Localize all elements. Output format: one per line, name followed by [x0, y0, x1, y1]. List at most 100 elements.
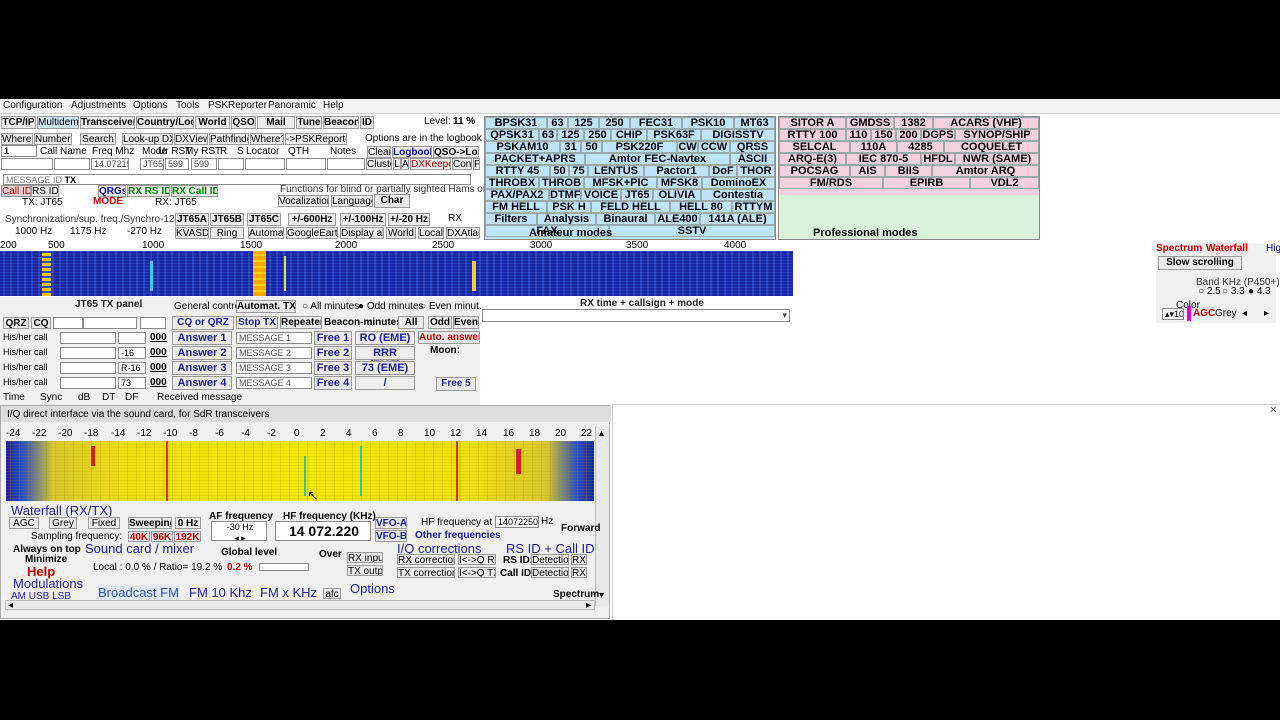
vocalization-button[interactable]: Vocalization — [278, 195, 329, 207]
free-button[interactable]: Free 2 — [314, 346, 352, 360]
iq-agc-button[interactable]: AGC — [9, 517, 39, 529]
l-button[interactable]: L — [393, 158, 401, 170]
mode-button[interactable]: QRSS — [730, 141, 775, 153]
mode-button[interactable]: FM HELL — [485, 201, 547, 213]
tab-multidem[interactable]: Multidem — [37, 116, 79, 129]
mode-button[interactable]: CHIP — [611, 129, 647, 141]
arrow-left-icon[interactable]: ◂ — [1242, 308, 1247, 319]
local-button[interactable]: Local — [418, 227, 444, 239]
rst-input[interactable]: R-16 — [118, 362, 146, 374]
free5-button[interactable]: Free 5 — [436, 377, 476, 391]
conf-button[interactable]: Conf — [452, 158, 472, 170]
r-input[interactable] — [218, 158, 244, 170]
stop-tx-button[interactable]: Stop TX — [236, 316, 278, 329]
cq-or-qrz-button[interactable]: CQ or QRZ — [172, 316, 234, 330]
mode-button[interactable]: FM/RDS — [779, 177, 883, 189]
mode-button[interactable]: POCSAG — [779, 165, 850, 177]
callid-detection-button[interactable]: Detection — [531, 567, 569, 578]
menu-panoramic[interactable]: Panoramic — [268, 100, 316, 111]
mode-button[interactable]: HFDL — [921, 153, 955, 165]
mode-button[interactable]: OLIVIA — [653, 189, 701, 201]
number-button[interactable]: Number? — [34, 133, 72, 145]
char-button[interactable]: Char — [374, 194, 410, 208]
tab-id[interactable]: ID — [360, 116, 374, 129]
his-her-call-input[interactable] — [60, 362, 116, 374]
mode-button[interactable]: 75 — [569, 165, 588, 177]
mode-button[interactable]: ARQ-E(3) — [779, 153, 846, 165]
eme-button[interactable]: RRR (EME) — [355, 346, 415, 371]
mode-button[interactable]: THROB — [539, 177, 584, 189]
mode-button[interactable]: RTTYM — [732, 201, 775, 213]
close-icon[interactable]: ✕ — [1269, 405, 1277, 416]
rst-input[interactable] — [118, 332, 146, 344]
dxkeeper-button[interactable]: DXKeeper — [410, 158, 451, 170]
ur-rst-input[interactable]: 599 — [165, 158, 189, 170]
name-input[interactable] — [54, 158, 90, 170]
rsid-rx-button[interactable]: RX — [571, 554, 587, 565]
tab-beacon[interactable]: Beacon — [323, 116, 359, 129]
mode-button[interactable]: PACKET+APRS — [485, 153, 585, 165]
mode-button[interactable]: PSK220F — [602, 141, 677, 153]
eme-button[interactable]: RO (EME) — [355, 331, 415, 345]
where2-button[interactable]: Where? — [250, 133, 284, 145]
call-input[interactable] — [1, 158, 53, 170]
mode-button[interactable]: DominoEX — [702, 177, 775, 189]
menu-tools[interactable]: Tools — [176, 100, 199, 111]
rx-rs-id-button[interactable]: RX RS ID — [127, 185, 170, 197]
mode-button[interactable]: JT65 — [621, 189, 653, 201]
menu-adjustments[interactable]: Adjustments — [71, 100, 126, 111]
his-her-call-input[interactable] — [60, 347, 116, 359]
dxatlas-button[interactable]: DXAtlas — [446, 227, 480, 239]
search-button[interactable]: Search — [80, 133, 116, 145]
options-label[interactable]: Options — [350, 581, 395, 596]
fm-x-khz-tab[interactable]: FM x KHz — [260, 585, 317, 600]
cq-input-2[interactable] — [83, 317, 137, 329]
tab-tcpip[interactable]: TCP/IP — [1, 116, 36, 129]
offset-600-button[interactable]: +/-600Hz — [288, 213, 336, 226]
mode-button[interactable]: 125 — [568, 117, 599, 129]
menu-pskreporter[interactable]: PSKReporter — [208, 100, 267, 111]
mode-button[interactable]: PAX/PAX2 — [485, 189, 549, 201]
freq-input[interactable]: 14.07219 — [91, 158, 129, 170]
tx-output-button[interactable]: TX output — [347, 565, 383, 576]
arrow-right-icon[interactable]: ▸ — [1264, 308, 1269, 319]
callid-rx-button[interactable]: RX — [571, 567, 587, 578]
tab-world[interactable]: World — [195, 116, 230, 129]
rs-id-button[interactable]: RS ID — [31, 185, 59, 197]
iq-waterfall[interactable]: ↖ — [6, 441, 594, 501]
mode-button[interactable]: IEC 870-5 — [846, 153, 921, 165]
scroll-up-icon[interactable]: ▴ — [599, 428, 604, 439]
mode-button[interactable]: QPSK31 — [485, 129, 539, 141]
mode-button[interactable]: ASCII — [730, 153, 775, 165]
iq-swap-tx-button[interactable]: I<->Q TX — [458, 567, 496, 578]
color-stepper[interactable]: ▴▾10 — [1162, 308, 1184, 320]
notes-input[interactable] — [327, 158, 365, 170]
mode-button[interactable]: COQUELET — [944, 141, 1039, 153]
call-id-button[interactable]: Call ID — [1, 185, 31, 197]
f-button[interactable]: F — [473, 158, 480, 170]
logbook-button[interactable]: Logbook — [392, 146, 432, 158]
scroll-down-icon[interactable]: ▾ — [599, 590, 604, 601]
jt65c-button[interactable]: JT65C — [247, 213, 281, 226]
qrz-button[interactable]: QRZ — [3, 317, 29, 329]
fm-10khz-tab[interactable]: FM 10 Khz — [189, 585, 252, 600]
message-input[interactable]: MESSAGE 3 — [236, 362, 312, 374]
band-option-2[interactable]: ○ 3.3 — [1222, 286, 1245, 297]
cq-input-3[interactable] — [140, 317, 166, 329]
menu-configuration[interactable]: Configuration — [3, 100, 62, 111]
ring-button[interactable]: Ring — [210, 227, 244, 239]
rsid-detection-button[interactable]: Detection — [531, 554, 569, 565]
rx-input-button[interactable]: RX input — [347, 552, 383, 563]
menu-help[interactable]: Help — [323, 100, 344, 111]
mode-button[interactable]: 250 — [584, 129, 611, 141]
iq-scrollbar[interactable]: ▴ ▾ — [595, 426, 609, 606]
grey-toggle[interactable]: Grey — [1215, 308, 1237, 319]
mode-button[interactable]: 50 — [581, 141, 602, 153]
mode-button[interactable]: DIGISSTV — [701, 129, 775, 141]
free-button[interactable]: Free 3 — [314, 361, 352, 375]
waterfall-tab[interactable]: Waterfall — [1206, 243, 1248, 254]
mode-button[interactable]: LENTUS — [588, 165, 644, 177]
dxview-button[interactable]: DXView — [174, 133, 208, 145]
log-index[interactable]: 1 — [1, 145, 37, 157]
jt65b-button[interactable]: JT65B — [210, 213, 244, 226]
